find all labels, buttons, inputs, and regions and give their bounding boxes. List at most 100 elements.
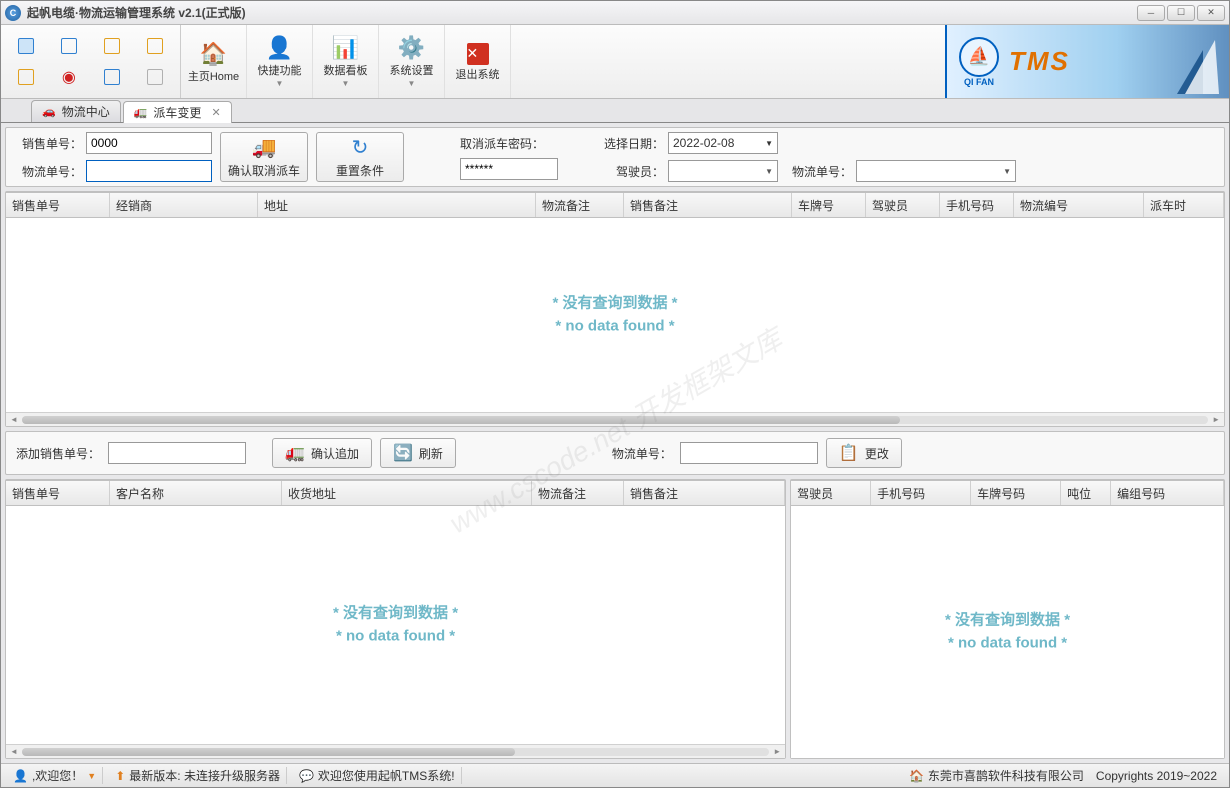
col-logistics-remark[interactable]: 物流备注 xyxy=(536,193,624,217)
app-window: C 起帆电缆·物流运输管理系统 v2.1(正式版) ─ ☐ ✕ ◉ 🏠 主页Ho… xyxy=(0,0,1230,788)
col-ship-addr[interactable]: 收货地址 xyxy=(282,481,532,505)
user-desk-icon: 👤 xyxy=(266,35,293,61)
status-copyright: Copyrights 2019~2022 xyxy=(1096,769,1223,783)
col-log-remark[interactable]: 物流备注 xyxy=(532,481,624,505)
col-sales-no[interactable]: 销售单号 xyxy=(6,481,110,505)
modify-button[interactable]: 📋 更改 xyxy=(826,438,902,468)
mid-action-bar: 添加销售单号： 🚛 确认追加 🔄 刷新 物流单号： 📋 更改 xyxy=(5,431,1225,475)
col-customer[interactable]: 客户名称 xyxy=(110,481,282,505)
logistics2-combo[interactable]: ▼ xyxy=(856,160,1016,182)
col-sale-remark[interactable]: 销售备注 xyxy=(624,481,785,505)
car-icon: 🚗 xyxy=(42,105,56,118)
grid-top-header: 销售单号 经销商 地址 物流备注 销售备注 车牌号 驾驶员 手机号码 物流编号 … xyxy=(6,192,1224,218)
tab-close-icon[interactable]: ✕ xyxy=(211,106,220,119)
small-btn-7[interactable] xyxy=(92,63,133,93)
sales-no-label: 销售单号： xyxy=(16,135,82,152)
brand-banner: ⛵ QI FAN TMS xyxy=(945,25,1229,98)
logistics2-label: 物流单号： xyxy=(786,163,852,180)
col-driver[interactable]: 驾驶员 xyxy=(866,193,940,217)
small-btn-5[interactable] xyxy=(5,63,46,93)
small-btn-3[interactable] xyxy=(92,31,133,61)
minimize-button[interactable]: ─ xyxy=(1137,5,1165,21)
grid-bl-body[interactable]: * 没有查询到数据 * * no data found * xyxy=(6,506,785,744)
add-sales-label: 添加销售单号： xyxy=(16,445,100,462)
grid-bl-header: 销售单号 客户名称 收货地址 物流备注 销售备注 xyxy=(6,480,785,506)
col-dealer[interactable]: 经销商 xyxy=(110,193,258,217)
maximize-button[interactable]: ☐ xyxy=(1167,5,1195,21)
status-version: ⬆ 最新版本: 未连接升级服务器 xyxy=(109,767,287,784)
quick-button[interactable]: 👤 快捷功能 ▼ xyxy=(247,25,313,98)
confirm-append-button[interactable]: 🚛 确认追加 xyxy=(272,438,372,468)
small-btn-8[interactable] xyxy=(135,63,176,93)
mid-logistics-label: 物流单号： xyxy=(612,445,672,462)
chevron-down-icon[interactable]: ▼ xyxy=(87,771,96,781)
reset-button[interactable]: ↻ 重置条件 xyxy=(316,132,404,182)
filter-bar: 销售单号： 物流单号： 🚚 确认取消派车 ↻ 重置条件 取消派车密码： xyxy=(5,127,1225,187)
ribbon-small-buttons: ◉ xyxy=(1,25,181,98)
small-btn-2[interactable] xyxy=(48,31,89,61)
truck-add-icon: 🚛 xyxy=(285,443,305,463)
board-button[interactable]: 📊 数据看板 ▼ xyxy=(313,25,379,98)
chevron-down-icon: ▼ xyxy=(342,79,350,88)
sales-no-input[interactable] xyxy=(86,132,212,154)
add-sales-input[interactable] xyxy=(108,442,246,464)
brand-logo-icon: ⛵ xyxy=(959,37,999,77)
driver-combo[interactable]: ▼ xyxy=(668,160,778,182)
col-phone[interactable]: 手机号码 xyxy=(871,481,971,505)
col-driver[interactable]: 驾驶员 xyxy=(791,481,871,505)
home-button[interactable]: 🏠 主页Home xyxy=(181,25,247,98)
bottom-split: 销售单号 客户名称 收货地址 物流备注 销售备注 * 没有查询到数据 * * n… xyxy=(5,479,1225,759)
truck-cancel-icon: 🚚 xyxy=(252,135,277,160)
message-icon: 💬 xyxy=(299,769,314,783)
col-sales-no[interactable]: 销售单号 xyxy=(6,193,110,217)
user-icon: 👤 xyxy=(13,769,28,783)
main-content: www.cscode.net 开发框架文库 销售单号： 物流单号： 🚚 确认取消… xyxy=(1,123,1229,763)
col-phone[interactable]: 手机号码 xyxy=(940,193,1014,217)
date-label: 选择日期： xyxy=(598,135,664,152)
grid-bottom-left: 销售单号 客户名称 收货地址 物流备注 销售备注 * 没有查询到数据 * * n… xyxy=(5,479,786,759)
home-icon: 🏠 xyxy=(200,41,227,67)
settings-button[interactable]: ⚙️ 系统设置 ▼ xyxy=(379,25,445,98)
driver-label: 驾驶员： xyxy=(598,163,664,180)
logistics-no-label: 物流单号： xyxy=(16,163,82,180)
col-tonnage[interactable]: 吨位 xyxy=(1061,481,1111,505)
refresh-icon: ↻ xyxy=(352,135,369,160)
grid-bl-hscroll[interactable]: ◄► xyxy=(6,744,785,758)
col-logistics-id[interactable]: 物流编号 xyxy=(1014,193,1144,217)
col-address[interactable]: 地址 xyxy=(258,193,536,217)
grid-top-body[interactable]: * 没有查询到数据 * * no data found * xyxy=(6,218,1224,412)
grid-top: 销售单号 经销商 地址 物流备注 销售备注 车牌号 驾驶员 手机号码 物流编号 … xyxy=(5,191,1225,427)
statusbar: 👤 ,欢迎您！ ▼ ⬆ 最新版本: 未连接升级服务器 💬 欢迎您使用起帆TMS系… xyxy=(1,763,1229,787)
ribbon-toolbar: ◉ 🏠 主页Home 👤 快捷功能 ▼ 📊 数据看板 ▼ ⚙️ 系统设置 ▼ ✕… xyxy=(1,25,1229,99)
grid-top-hscroll[interactable]: ◄► xyxy=(6,412,1224,426)
grid-bottom-right: 驾驶员 手机号码 车牌号码 吨位 编组号码 * 没有查询到数据 * * no d… xyxy=(790,479,1225,759)
mid-logistics-input[interactable] xyxy=(680,442,818,464)
update-icon: ⬆ xyxy=(115,769,125,783)
tab-dispatch-change[interactable]: 🚛 派车变更 ✕ xyxy=(123,101,232,123)
small-btn-6[interactable]: ◉ xyxy=(48,63,89,93)
cancel-pwd-input[interactable] xyxy=(460,158,558,180)
edit-icon: 📋 xyxy=(839,443,859,463)
confirm-cancel-dispatch-button[interactable]: 🚚 确认取消派车 xyxy=(220,132,308,182)
small-btn-4[interactable] xyxy=(135,31,176,61)
exit-button[interactable]: ✕ 退出系统 xyxy=(445,25,511,98)
refresh-button[interactable]: 🔄 刷新 xyxy=(380,438,456,468)
grid-br-body[interactable]: * 没有查询到数据 * * no data found * xyxy=(791,506,1224,758)
date-picker[interactable]: 2022-02-08 ▼ xyxy=(668,132,778,154)
col-sales-remark[interactable]: 销售备注 xyxy=(624,193,792,217)
titlebar: C 起帆电缆·物流运输管理系统 v2.1(正式版) ─ ☐ ✕ xyxy=(1,1,1229,25)
col-dispatch-time[interactable]: 派车时 xyxy=(1144,193,1224,217)
logistics-no-input[interactable] xyxy=(86,160,212,182)
app-icon: C xyxy=(5,5,21,21)
col-group-id[interactable]: 编组号码 xyxy=(1111,481,1224,505)
gear-icon: ⚙️ xyxy=(398,35,425,61)
reload-icon: 🔄 xyxy=(393,443,413,463)
col-plate[interactable]: 车牌号 xyxy=(792,193,866,217)
tab-logistics-center[interactable]: 🚗 物流中心 xyxy=(31,100,121,122)
close-button[interactable]: ✕ xyxy=(1197,5,1225,21)
window-title: 起帆电缆·物流运输管理系统 v2.1(正式版) xyxy=(27,4,1137,21)
col-plate[interactable]: 车牌号码 xyxy=(971,481,1061,505)
small-btn-1[interactable] xyxy=(5,31,46,61)
cancel-pwd-label: 取消派车密码： xyxy=(460,135,544,152)
no-data-message: * 没有查询到数据 * * no data found * xyxy=(552,293,677,338)
